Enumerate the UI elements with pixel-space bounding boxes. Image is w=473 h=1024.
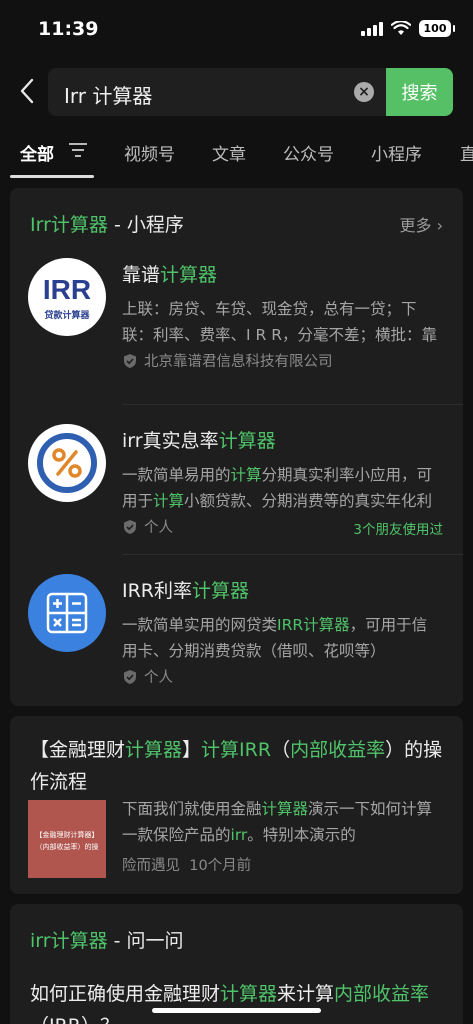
app-logo-irr: IRR 贷款计算器 [28,258,106,336]
verified-icon [124,519,136,534]
app-name: irr真实息率计算器 [122,430,276,452]
mini-program-item[interactable]: IRR利率计算器 一款简单实用的网贷类IRR计算器，可用于信用卡、分期消费贷款（… [10,554,463,704]
signal-icon [361,21,383,36]
app-owner: 个人 [122,666,173,687]
app-name: IRR利率计算器 [122,580,250,602]
app-owner: 个人 [122,516,173,537]
verified-icon [124,353,136,368]
mini-program-item[interactable]: IRR 贷款计算器 靠谱计算器 上联：房贷、车贷、现金贷，总有一贷；下联：利率、… [10,238,463,388]
app-description: 一款简单易用的计算分期真实利率小应用，可用于计算小额贷款、分期消费等的真实年化利… [122,466,433,510]
friends-used-badge: 3个朋友使用过 [353,522,443,538]
app-description: 一款简单实用的网贷类IRR计算器，可用于信用卡、分期消费贷款（借呗、花呗等） [122,616,428,660]
search-input[interactable]: Irr 计算器 × [48,68,386,116]
tab-articles[interactable]: 文章 [212,140,246,165]
tab-mini-programs[interactable]: 小程序 [371,140,422,165]
section-title: Irr计算器 - 小程序 [30,214,184,236]
article-thumbnail: 【金融理财计算器】 （内部收益率）的操 [28,800,106,878]
qa-question[interactable]: 如何正确使用金融理财计算器来计算内部收益率（IRR）？ [30,978,450,1024]
home-indicator[interactable] [152,1008,321,1013]
verified-icon [124,669,136,684]
app-description: 上联：房贷、车贷、现金贷，总有一贷；下联：利率、费率、I R R，分毫不差；横批… [122,300,437,344]
article-snippet: 下面我们就使用金融计算器演示一下如何计算一款保险产品的irr。特别本演示的 [122,800,433,844]
more-link[interactable]: 更多 › [399,212,443,236]
calculator-icon [28,574,106,652]
clear-icon[interactable]: × [354,82,374,102]
status-time: 11:39 [38,18,99,40]
back-icon[interactable] [14,76,42,106]
percent-icon [28,424,106,502]
article-title: 【金融理财计算器】计算IRR（内部收益率）的操作流程 [30,739,443,793]
chevron-right-icon: › [436,216,443,235]
app-name: 靠谱计算器 [122,264,218,286]
search-query: Irr 计算器 [64,84,153,108]
section-title: irr计算器 - 问一问 [30,930,184,952]
mini-program-section: Irr计算器 - 小程序 更多 › IRR 贷款计算器 靠谱计算器 上联：房贷、… [10,188,463,706]
search-button[interactable]: 搜索 [386,68,453,116]
active-tab-indicator [10,175,94,178]
battery-icon: 100 [419,20,455,37]
mini-program-item[interactable]: irr真实息率计算器 一款简单易用的计算分期真实利率小应用，可用于计算小额贷款、… [10,404,463,554]
article-result[interactable]: 【金融理财计算器】计算IRR（内部收益率）的操作流程 【金融理财计算器】 （内部… [10,716,463,894]
app-owner: 北京靠谱君信息科技有限公司 [122,350,333,371]
article-meta: 险而遇见 10个月前 [122,858,252,874]
tab-official-accounts[interactable]: 公众号 [283,140,334,165]
tab-more[interactable]: 直 [460,140,473,165]
status-icons: 100 [361,20,455,37]
qa-section: irr计算器 - 问一问 如何正确使用金融理财计算器来计算内部收益率（IRR）？ [10,904,463,1024]
tab-channels[interactable]: 视频号 [124,140,175,165]
tab-all[interactable]: 全部 [20,140,54,165]
filter-icon[interactable] [68,142,88,158]
status-bar: 11:39 100 [0,0,473,60]
search-bar: Irr 计算器 × 搜索 [0,66,473,118]
filter-tabs: 全部 视频号 文章 公众号 小程序 直 [0,128,473,178]
wifi-icon [391,21,411,35]
